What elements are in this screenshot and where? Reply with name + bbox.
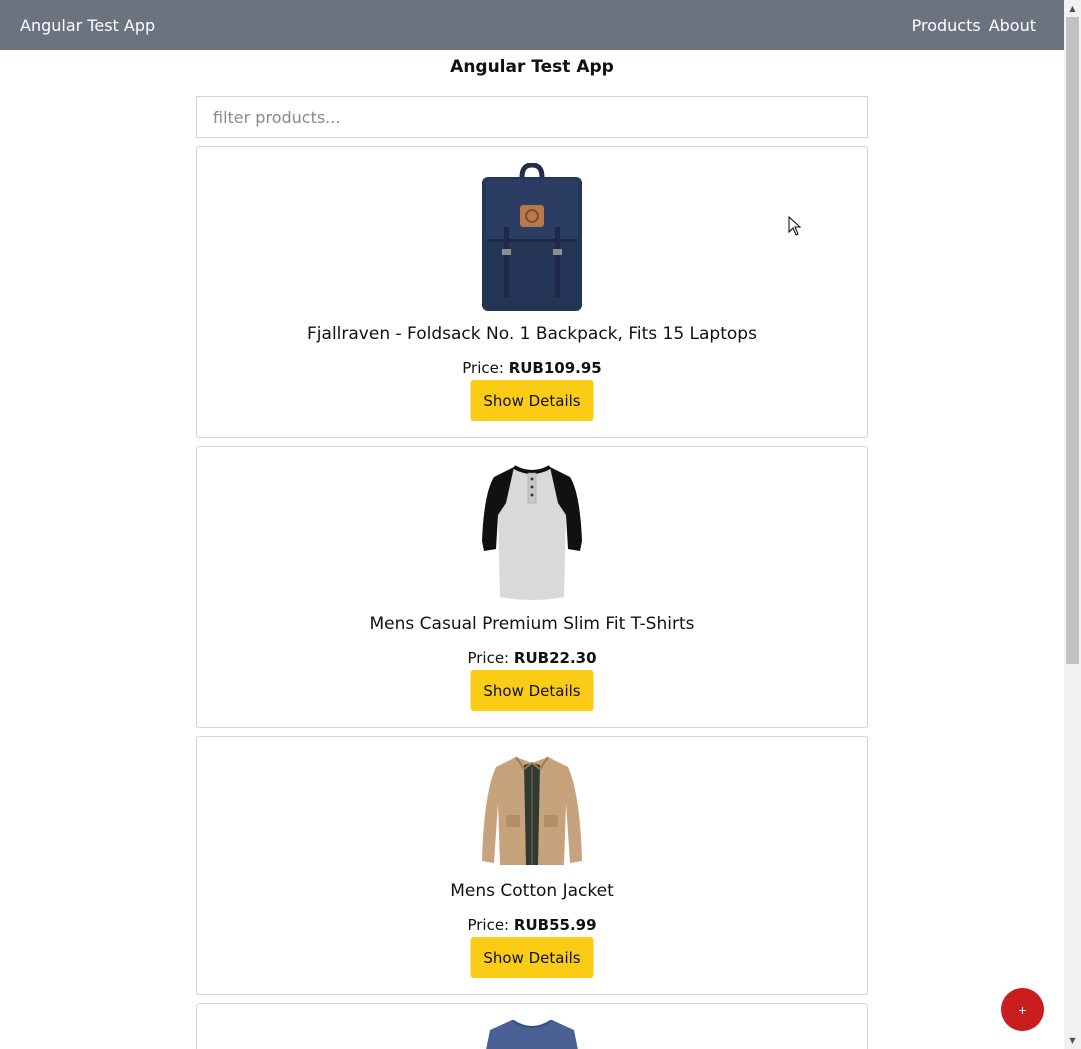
price-label: Price: bbox=[467, 649, 510, 667]
nav-link-about[interactable]: About bbox=[989, 16, 1036, 35]
show-details-button[interactable]: Show Details bbox=[470, 937, 594, 978]
navbar: Angular Test App Products About bbox=[0, 0, 1064, 50]
scroll-thumb[interactable] bbox=[1066, 17, 1079, 664]
page-scrollbar[interactable]: ▲ ▼ bbox=[1064, 0, 1081, 1049]
page-title: Angular Test App bbox=[450, 57, 614, 77]
product-title: Mens Casual Premium Slim Fit T-Shirts bbox=[369, 614, 695, 634]
product-title: Fjallraven - Foldsack No. 1 Backpack, Fi… bbox=[307, 324, 757, 344]
scroll-down-arrow-icon[interactable]: ▼ bbox=[1064, 1032, 1081, 1049]
show-details-button[interactable]: Show Details bbox=[470, 670, 594, 711]
add-fab-button[interactable]: + bbox=[1001, 988, 1044, 1031]
product-price: Price: RUB55.99 bbox=[197, 916, 867, 934]
price-value: RUB55.99 bbox=[513, 916, 597, 934]
price-value: RUB22.30 bbox=[513, 649, 597, 667]
price-value: RUB109.95 bbox=[508, 359, 602, 377]
scroll-up-arrow-icon[interactable]: ▲ bbox=[1064, 0, 1081, 17]
product-card bbox=[196, 1003, 868, 1049]
product-title: Mens Cotton Jacket bbox=[450, 881, 614, 901]
show-details-button[interactable]: Show Details bbox=[470, 380, 594, 421]
blue-tshirt-image bbox=[486, 1020, 578, 1049]
cotton-jacket-image bbox=[482, 756, 582, 865]
product-price: Price: RUB22.30 bbox=[197, 649, 867, 667]
product-card: Mens Cotton Jacket Price: RUB55.99 Show … bbox=[196, 736, 868, 995]
filter-products-input[interactable] bbox=[196, 96, 868, 138]
product-card: Fjallraven - Foldsack No. 1 Backpack, Fi… bbox=[196, 146, 868, 438]
nav-link-products[interactable]: Products bbox=[912, 16, 981, 35]
mouse-cursor-icon bbox=[788, 216, 802, 236]
product-price: Price: RUB109.95 bbox=[197, 359, 867, 377]
brand-link[interactable]: Angular Test App bbox=[20, 16, 155, 35]
price-label: Price: bbox=[462, 359, 504, 377]
price-label: Price: bbox=[467, 916, 510, 934]
product-card: Mens Casual Premium Slim Fit T-Shirts Pr… bbox=[196, 446, 868, 728]
backpack-image bbox=[482, 163, 582, 311]
nav-links: Products About bbox=[912, 16, 1036, 35]
raglan-tshirt-image bbox=[482, 465, 582, 600]
